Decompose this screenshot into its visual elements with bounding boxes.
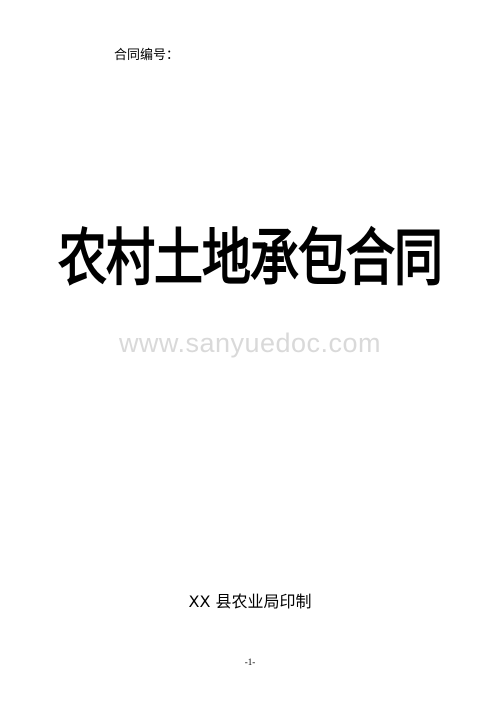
watermark-text: www.sanyuedoc.com [118, 328, 382, 358]
document-title: 农村土地承包合同 [57, 222, 443, 294]
publisher-line: XX 县农业局印制 [188, 592, 312, 611]
contract-number-label: 合同编号： [114, 48, 180, 63]
page-number: -1- [244, 657, 256, 667]
document-page: 合同编号： 农村土地承包合同 www.sanyuedoc.com XX 县农业局… [0, 0, 500, 708]
